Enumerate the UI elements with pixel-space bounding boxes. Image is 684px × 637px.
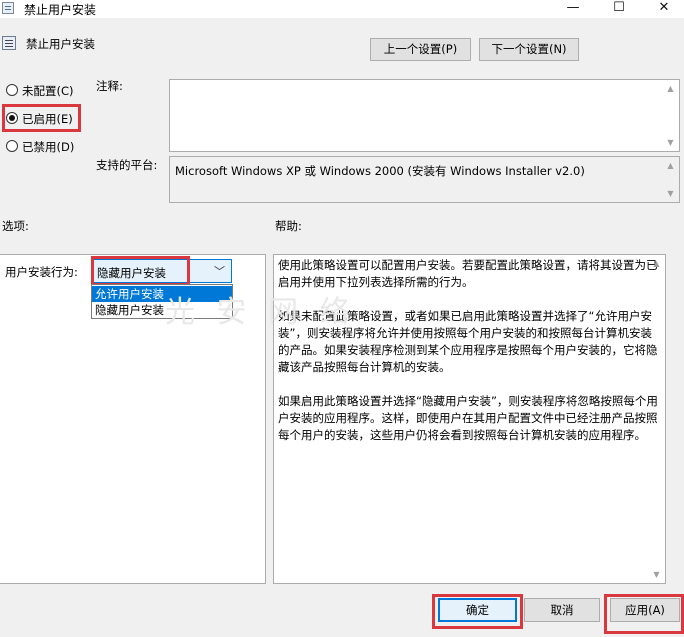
policy-setting-icon — [2, 36, 16, 50]
annotation-highlight-apply — [604, 594, 684, 634]
previous-setting-button[interactable]: 上一个设置(P) — [370, 38, 471, 61]
help-pane: 使用此策略设置可以配置用户安装。若要配置此策略设置，请将其设置为已启用并使用下拉… — [273, 254, 666, 584]
scroll-down-icon[interactable]: ▼ — [662, 135, 679, 150]
radio-circle[interactable] — [6, 140, 18, 152]
minimize-button[interactable]: — — [550, 0, 596, 18]
radio-label: 未配置(C) — [22, 84, 74, 98]
supported-platform-field: Microsoft Windows XP 或 Windows 2000 (安装有… — [169, 156, 680, 203]
dropdown-item-allow[interactable]: 允许用户安装 — [92, 286, 232, 302]
dropdown-item-hide[interactable]: 隐藏用户安装 — [92, 302, 232, 318]
close-button[interactable]: ✕ — [641, 0, 684, 18]
comment-field[interactable]: ▲ ▼ — [169, 79, 680, 152]
policy-icon — [2, 2, 14, 14]
annotation-highlight-ok — [432, 594, 523, 629]
radio-circle[interactable] — [6, 84, 18, 96]
help-scrollbar[interactable]: ▲ ▼ — [648, 255, 665, 583]
help-text: 使用此策略设置可以配置用户安装。若要配置此策略设置，请将其设置为已启用并使用下拉… — [278, 257, 663, 461]
help-label: 帮助: — [275, 219, 302, 233]
comment-label: 注释: — [96, 79, 123, 93]
supported-platform-label: 支持的平台: — [96, 158, 158, 172]
user-install-behavior-label: 用户安装行为: — [5, 265, 78, 279]
options-pane: 用户安装行为: 隐藏用户安装 ﹀ 允许用户安装 隐藏用户安装 — [0, 254, 266, 584]
scroll-up-icon[interactable]: ▲ — [662, 81, 679, 96]
help-paragraph: 使用此策略设置可以配置用户安装。若要配置此策略设置，请将其设置为已启用并使用下拉… — [278, 258, 658, 289]
help-paragraph: 如果启用此策略设置并选择“隐藏用户安装”，则安装程序将忽略按照每个用户安装的应用… — [278, 394, 658, 442]
next-setting-button[interactable]: 下一个设置(N) — [479, 38, 579, 61]
comment-scrollbar[interactable]: ▲ ▼ — [662, 80, 679, 151]
select-dropdown-list[interactable]: 允许用户安装 隐藏用户安装 — [91, 284, 233, 319]
scroll-down-icon[interactable]: ▼ — [648, 567, 665, 582]
platform-scrollbar[interactable]: ▲ ▼ — [662, 157, 679, 202]
scroll-up-icon[interactable]: ▲ — [648, 256, 665, 271]
cancel-button[interactable]: 取消 — [524, 598, 600, 622]
radio-label: 已禁用(D) — [22, 140, 75, 154]
supported-platform-value: Microsoft Windows XP 或 Windows 2000 (安装有… — [175, 164, 585, 178]
policy-name: 禁止用户安装 — [26, 37, 95, 51]
options-label: 选项: — [2, 219, 29, 233]
scroll-up-icon[interactable]: ▲ — [662, 158, 679, 173]
chevron-down-icon[interactable]: ﹀ — [214, 263, 225, 279]
help-paragraph: 如果未配置此策略设置，或者如果已启用此策略设置并选择了“允许用户安装”，则安装程… — [278, 309, 658, 374]
maximize-button[interactable]: ☐ — [596, 0, 642, 18]
scroll-down-icon[interactable]: ▼ — [662, 186, 679, 201]
annotation-highlight-enabled — [2, 104, 81, 132]
window-title: 禁止用户安装 — [24, 3, 97, 17]
annotation-highlight-select — [91, 256, 190, 286]
title-bar: 禁止用户安装 — ☐ ✕ — [0, 0, 684, 18]
